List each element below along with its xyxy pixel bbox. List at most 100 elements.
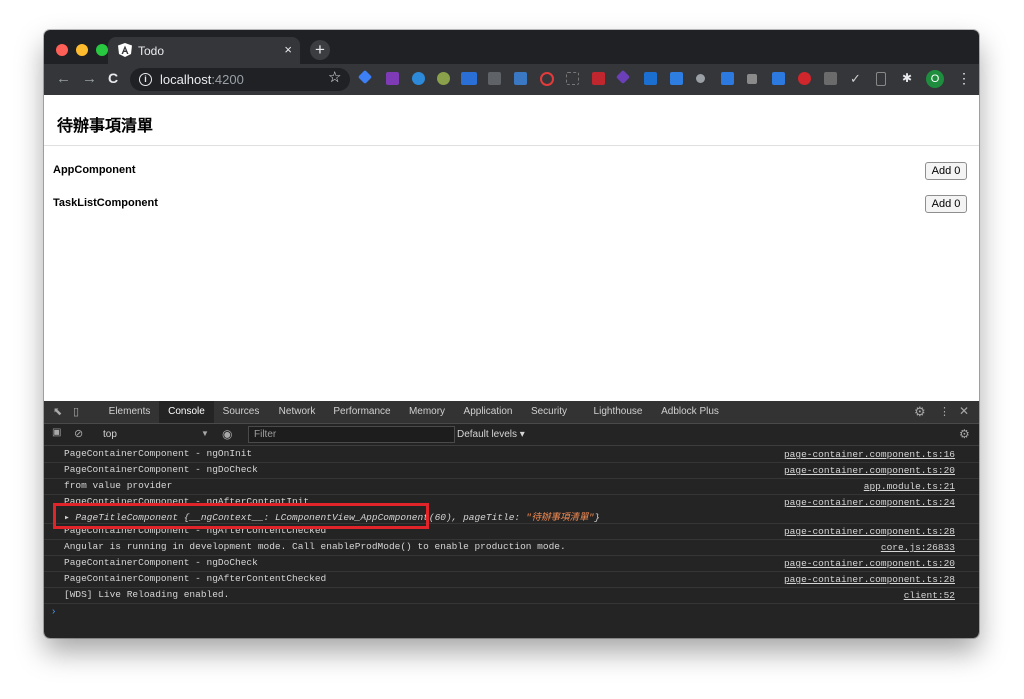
devtools-panel: ⬉ ▯ Elements Console Sources Network Per… xyxy=(44,401,979,638)
console-line: from value provider app.module.ts:21 xyxy=(44,478,979,495)
extension-gray-icon[interactable] xyxy=(747,74,757,84)
divider xyxy=(44,145,979,146)
extension-blue-icon[interactable] xyxy=(644,72,657,85)
reload-icon[interactable]: C xyxy=(108,70,118,86)
page-content: 待辦事項清單 AppComponent Add 0 TaskListCompon… xyxy=(44,95,979,401)
devtools-close-icon[interactable]: ✕ xyxy=(959,404,969,418)
extension-board-icon[interactable] xyxy=(772,72,785,85)
console-message: Angular is running in development mode. … xyxy=(64,541,566,552)
tab-console[interactable]: Console xyxy=(159,401,214,423)
inspect-element-icon[interactable]: ⬉ xyxy=(53,405,62,418)
clear-console-icon[interactable]: ⊘ xyxy=(74,427,83,440)
address-bar[interactable]: i localhost:4200 xyxy=(130,68,350,91)
console-prompt[interactable]: › xyxy=(52,606,55,617)
console-filter-input[interactable]: Filter xyxy=(248,426,455,443)
extension-dot-icon[interactable] xyxy=(696,74,705,83)
object-preview-string: "待辦事項清單" xyxy=(525,512,595,523)
extension-purple-icon[interactable] xyxy=(615,69,631,85)
console-source-link[interactable]: client:52 xyxy=(904,590,955,601)
tab-title: Todo xyxy=(138,44,165,58)
zoom-window-button[interactable] xyxy=(96,44,108,56)
tab-close-icon[interactable]: × xyxy=(284,42,292,57)
angular-icon xyxy=(118,43,132,57)
bookmark-star-icon[interactable]: ☆ xyxy=(328,68,341,86)
app-component-label: AppComponent xyxy=(53,164,136,176)
extensions-puzzle-icon[interactable]: ✱ xyxy=(902,72,915,85)
context-dropdown-icon[interactable]: ▼ xyxy=(201,429,209,438)
console-source-link[interactable]: page-container.component.ts:28 xyxy=(784,574,955,585)
device-toolbar-icon[interactable]: ▯ xyxy=(73,405,79,418)
console-source-link[interactable]: page-container.component.ts:20 xyxy=(784,558,955,569)
tab-performance[interactable]: Performance xyxy=(328,401,396,423)
tab-network[interactable]: Network xyxy=(270,401,324,423)
site-info-icon[interactable]: i xyxy=(139,73,152,86)
console-message: from value provider xyxy=(64,480,173,491)
console-filter-bar: ▣ ⊘ top ▼ ◉ Filter Default levels ▾ ⚙ xyxy=(44,424,979,446)
annotation-highlight-box xyxy=(53,503,429,529)
url-port: :4200 xyxy=(211,72,244,87)
console-line: PageContainerComponent - ngDoCheck page-… xyxy=(44,555,979,572)
app-component-add-button[interactable]: Add 0 xyxy=(925,162,967,180)
console-source-link[interactable]: page-container.component.ts:16 xyxy=(784,449,955,460)
console-settings-icon[interactable]: ⚙ xyxy=(959,427,970,441)
extension-box-icon[interactable] xyxy=(824,72,837,85)
devtools-tab-bar: ⬉ ▯ Elements Console Sources Network Per… xyxy=(44,401,979,424)
tab-sources[interactable]: Sources xyxy=(216,401,266,423)
extension-leaf-icon[interactable] xyxy=(437,72,450,85)
console-message: [WDS] Live Reloading enabled. xyxy=(64,589,230,600)
forward-icon[interactable]: → xyxy=(82,70,97,87)
log-levels-select[interactable]: Default levels ▾ xyxy=(457,429,525,440)
back-icon[interactable]: ← xyxy=(56,70,71,87)
tab-application[interactable]: Application xyxy=(457,401,519,423)
extension-wave-icon[interactable] xyxy=(670,72,683,85)
browser-tab[interactable]: Todo × xyxy=(108,37,300,64)
console-line: Angular is running in development mode. … xyxy=(44,539,979,556)
extension-new-icon[interactable] xyxy=(461,72,477,85)
tab-memory[interactable]: Memory xyxy=(402,401,452,423)
close-window-button[interactable] xyxy=(56,44,68,56)
profile-avatar[interactable]: O xyxy=(926,70,944,88)
console-message: PageContainerComponent - ngOnInit xyxy=(64,448,253,459)
settings-gear-icon[interactable]: ⚙ xyxy=(914,404,926,420)
sidebar-toggle-icon[interactable]: ▣ xyxy=(52,427,61,438)
task-list-add-button[interactable]: Add 0 xyxy=(925,195,967,213)
browser-window: Todo × + ← → C i localhost:4200 ☆ ✓ ✱ O … xyxy=(44,30,979,638)
minimize-window-button[interactable] xyxy=(76,44,88,56)
live-expression-eye-icon[interactable]: ◉ xyxy=(222,427,232,441)
console-message: PageContainerComponent - ngDoCheck xyxy=(64,464,258,475)
browser-toolbar: ← → C i localhost:4200 ☆ ✓ ✱ O ⋮ xyxy=(44,64,979,95)
extension-abp-icon[interactable] xyxy=(798,72,811,85)
new-tab-button[interactable]: + xyxy=(310,40,330,60)
extension-phone-icon[interactable] xyxy=(876,72,886,86)
extension-onenote-icon[interactable] xyxy=(386,72,399,85)
console-source-link[interactable]: core.js:26833 xyxy=(881,542,955,553)
extension-check-mark-icon[interactable]: ✓ xyxy=(850,72,863,85)
page-title: 待辦事項清單 xyxy=(57,118,154,135)
console-message: PageContainerComponent - ngDoCheck xyxy=(64,557,258,568)
extension-select-icon[interactable] xyxy=(566,72,579,85)
extension-block-icon[interactable] xyxy=(540,72,554,86)
extension-red-icon[interactable] xyxy=(592,72,605,85)
console-source-link[interactable]: page-container.component.ts:24 xyxy=(784,497,955,508)
url-text: localhost:4200 xyxy=(160,72,244,87)
extension-trello-icon[interactable] xyxy=(721,72,734,85)
extension-window-icon[interactable] xyxy=(514,72,527,85)
url-host: localhost xyxy=(160,72,212,87)
extension-check-icon[interactable] xyxy=(412,72,425,85)
task-list-component-label: TaskListComponent xyxy=(53,197,158,209)
tab-lighthouse[interactable]: Lighthouse xyxy=(588,401,648,423)
tab-security[interactable]: Security xyxy=(524,401,574,423)
devtools-menu-icon[interactable]: ⋮ xyxy=(939,405,950,418)
extension-gem-icon[interactable] xyxy=(357,69,373,85)
console-line: [WDS] Live Reloading enabled. client:52 xyxy=(44,587,979,604)
console-source-link[interactable]: page-container.component.ts:20 xyxy=(784,465,955,476)
browser-menu-icon[interactable]: ⋮ xyxy=(957,70,971,87)
console-source-link[interactable]: app.module.ts:21 xyxy=(864,481,955,492)
tab-elements[interactable]: Elements xyxy=(102,401,157,423)
window-controls xyxy=(56,44,108,56)
context-select[interactable]: top xyxy=(103,429,117,440)
console-source-link[interactable]: page-container.component.ts:28 xyxy=(784,526,955,537)
extension-grid-icon[interactable] xyxy=(488,72,501,85)
tab-adblock-plus[interactable]: Adblock Plus xyxy=(656,401,724,423)
console-line: PageContainerComponent - ngOnInit page-c… xyxy=(44,446,979,463)
